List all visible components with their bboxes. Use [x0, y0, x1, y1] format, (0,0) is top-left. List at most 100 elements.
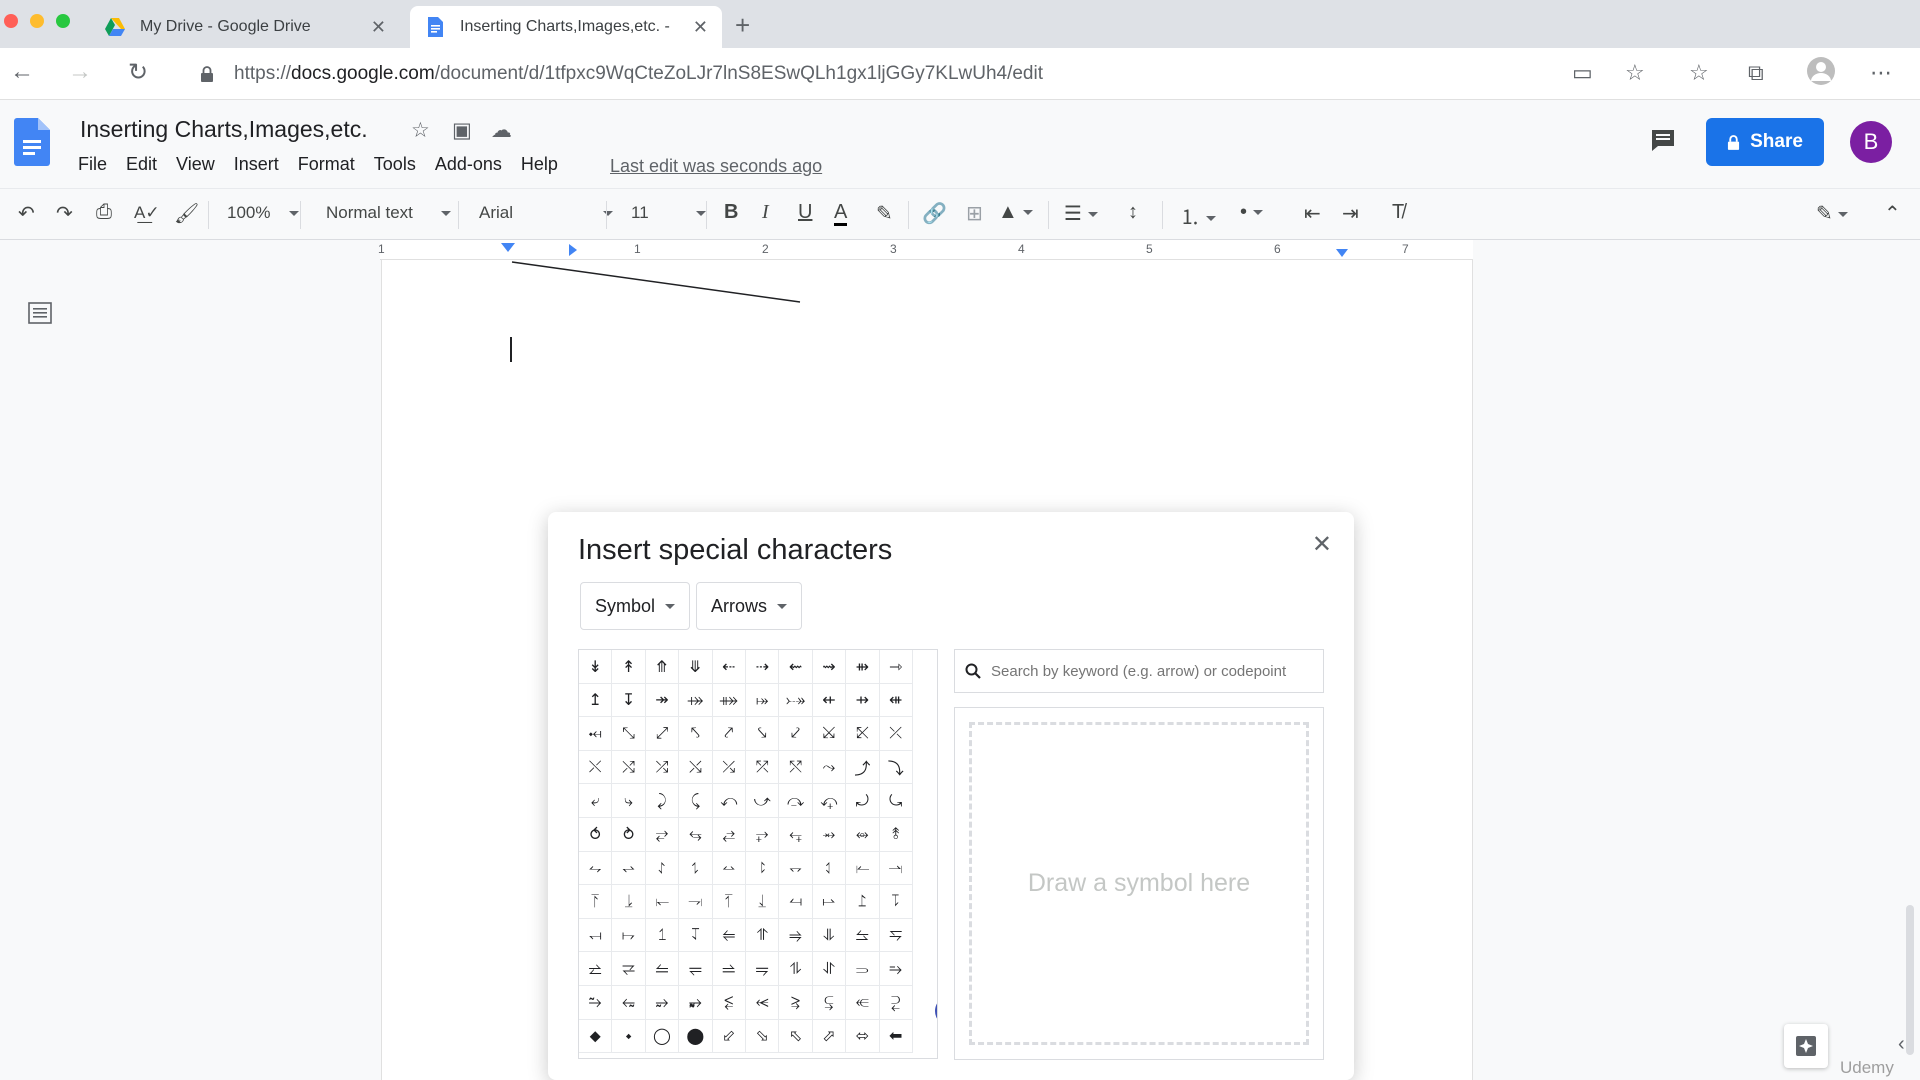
symbol-cell[interactable]: ⥆	[779, 817, 813, 852]
symbol-cell[interactable]: ⇺	[879, 683, 913, 718]
symbol-cell[interactable]: ⬃	[712, 1019, 746, 1054]
symbol-cell[interactable]: ⇻	[846, 650, 880, 684]
symbol-cell[interactable]: ⥵	[679, 985, 713, 1020]
symbol-cell[interactable]: ⥨	[579, 952, 613, 986]
symbol-cell[interactable]: ⤫	[879, 717, 913, 751]
symbol-cell[interactable]: ⤣	[679, 717, 713, 751]
symbol-cell[interactable]: ⤭	[612, 750, 646, 785]
symbol-cell[interactable]: ⥷	[745, 985, 780, 1020]
star-icon[interactable]: ☆	[1625, 60, 1645, 86]
symbol-cell[interactable]: ⥶	[712, 985, 746, 1020]
symbol-cell[interactable]: ⥅	[745, 817, 780, 852]
symbol-search-field[interactable]	[954, 649, 1324, 693]
undo-icon[interactable]: ↶	[18, 201, 35, 226]
paragraph-style-select[interactable]: Normal text	[326, 203, 452, 223]
symbol-cell[interactable]: ⬩	[612, 1019, 646, 1054]
increase-indent-icon[interactable]: ⇥	[1342, 201, 1359, 226]
symbol-cell[interactable]: ⥴	[645, 985, 680, 1020]
window-maximize-button[interactable]	[56, 14, 70, 28]
docs-logo-icon[interactable]	[14, 118, 50, 166]
close-tab-icon[interactable]: ✕	[693, 17, 708, 38]
symbol-cell[interactable]: ⬁	[779, 1019, 813, 1054]
symbol-cell[interactable]: ⤽	[812, 784, 847, 818]
menu-help[interactable]: Help	[521, 154, 558, 175]
symbol-cell[interactable]: ⤻	[745, 784, 780, 818]
clear-formatting-icon[interactable]: T̸	[1392, 201, 1404, 224]
symbol-cell[interactable]: ⤬	[579, 750, 613, 785]
editing-mode-icon[interactable]: ✎	[1816, 201, 1849, 226]
symbol-cell[interactable]: ⥺	[846, 985, 880, 1020]
bulleted-list-icon[interactable]: •	[1240, 201, 1263, 224]
browser-tab-docs[interactable]: Inserting Charts,Images,etc. - ✕	[410, 6, 722, 48]
symbol-cell[interactable]: ⥭	[745, 952, 780, 986]
symbol-cell[interactable]: ⥹	[812, 985, 847, 1020]
symbol-cell[interactable]: ⥃	[679, 817, 713, 852]
menu-edit[interactable]: Edit	[126, 154, 157, 175]
symbol-cell[interactable]: ⥲	[579, 985, 613, 1020]
symbol-cell[interactable]: ⇜	[779, 650, 813, 684]
symbol-cell[interactable]: ⥪	[645, 952, 680, 986]
left-indent-marker[interactable]	[500, 242, 516, 254]
symbol-cell[interactable]: ⥮	[779, 952, 813, 986]
new-tab-button[interactable]: +	[735, 10, 750, 41]
symbol-cell[interactable]: ⥝	[879, 885, 913, 919]
page-scrollbar[interactable]	[1906, 905, 1914, 1055]
symbol-cell[interactable]: ⥕	[612, 885, 646, 919]
symbol-cell[interactable]: ⥚	[779, 885, 813, 919]
window-close-button[interactable]	[4, 14, 18, 28]
symbol-cell[interactable]: ⥘	[712, 885, 746, 919]
symbol-cell[interactable]: ⬄	[846, 1019, 880, 1054]
numbered-list-icon[interactable]: ⒈	[1180, 201, 1216, 230]
symbol-cell[interactable]: ⬥	[579, 1019, 613, 1054]
account-avatar[interactable]: B	[1850, 121, 1892, 163]
symbol-cell[interactable]: ⤟	[579, 717, 613, 751]
symbol-cell[interactable]: ⤁	[712, 683, 746, 718]
symbol-cell[interactable]: ⤤	[712, 717, 746, 751]
symbol-cell[interactable]: ⥓	[879, 851, 913, 886]
collapse-menus-icon[interactable]: ⌃	[1884, 201, 1901, 226]
font-size-select[interactable]: 11	[631, 203, 706, 223]
symbol-cell[interactable]: ⥀	[579, 817, 613, 852]
symbol-cell[interactable]: ⤦	[779, 717, 813, 751]
bold-icon[interactable]: B	[724, 201, 738, 224]
more-options-icon[interactable]: ⋯	[1870, 60, 1892, 86]
align-icon[interactable]: ☰	[1064, 201, 1098, 226]
symbol-cell[interactable]: ⥉	[879, 817, 913, 852]
window-minimize-button[interactable]	[30, 14, 44, 28]
add-comment-icon[interactable]: ⊞	[966, 201, 983, 226]
address-bar[interactable]: https://docs.google.com/document/d/1tfpx…	[180, 55, 1600, 93]
symbol-cell[interactable]: ⤀	[679, 683, 713, 718]
reload-icon[interactable]: ↻	[122, 58, 154, 87]
forward-arrow-icon[interactable]: →	[64, 58, 96, 86]
symbol-cell[interactable]: ⥌	[645, 851, 680, 886]
search-input[interactable]	[991, 662, 1311, 680]
move-folder-icon[interactable]: ▣	[452, 118, 472, 143]
symbol-cell[interactable]: ↧	[612, 683, 646, 718]
symbol-cell[interactable]: ↠	[645, 683, 680, 718]
symbol-cell[interactable]: ⥦	[846, 918, 880, 953]
back-arrow-icon[interactable]: ←	[6, 58, 38, 86]
last-edit-link[interactable]: Last edit was seconds ago	[610, 156, 822, 177]
symbol-cell[interactable]: ⥫	[679, 952, 713, 986]
symbol-cell[interactable]: ⥂	[645, 817, 680, 852]
print-icon[interactable]: ⎙	[96, 201, 112, 224]
symbol-cell[interactable]: ⬀	[812, 1019, 847, 1054]
symbol-cell[interactable]: ⥧	[879, 918, 913, 953]
symbol-cell[interactable]: ⤡	[612, 717, 646, 751]
symbol-cell[interactable]: ⇢	[745, 650, 780, 684]
symbol-cell[interactable]: ⤅	[745, 683, 780, 718]
drawn-line[interactable]	[510, 260, 810, 310]
symbol-cell[interactable]: ⥞	[579, 918, 613, 953]
symbol-cell[interactable]: ⤹	[679, 784, 713, 818]
menu-addons[interactable]: Add-ons	[435, 154, 502, 175]
line-spacing-icon[interactable]: ↕	[1128, 201, 1138, 224]
symbol-cell[interactable]: ⤰	[712, 750, 746, 785]
symbol-cell[interactable]: ⥡	[679, 918, 713, 953]
redo-icon[interactable]: ↷	[56, 201, 73, 226]
symbol-cell[interactable]: ⥒	[846, 851, 880, 886]
symbol-cell[interactable]: ⥍	[679, 851, 713, 886]
symbol-cell[interactable]: ⥔	[579, 885, 613, 919]
symbol-cell[interactable]: ↥	[579, 683, 613, 718]
subcategory-dropdown[interactable]: Arrows	[696, 582, 803, 630]
spellcheck-icon[interactable]: A͟✓	[134, 203, 160, 223]
